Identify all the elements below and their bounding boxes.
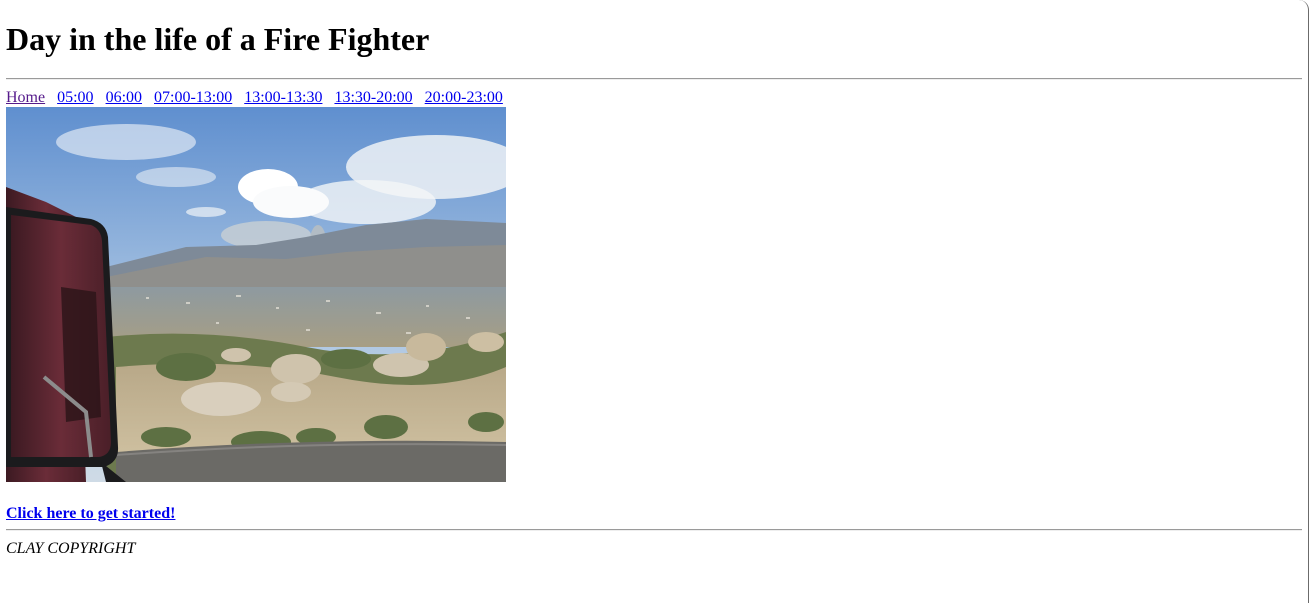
nav-link-0700-1300[interactable]: 07:00-13:00 bbox=[154, 89, 232, 106]
footer-copyright: CLAY COPYRIGHT bbox=[6, 540, 136, 557]
nav-link-1330-2000[interactable]: 13:30-20:00 bbox=[334, 89, 412, 106]
get-started-text: Click here to get started! bbox=[6, 504, 175, 523]
get-started-link[interactable]: Click here to get started! bbox=[6, 505, 175, 522]
fire-landscape-photo bbox=[6, 107, 506, 482]
nav-link-home[interactable]: Home bbox=[6, 89, 45, 106]
bottom-divider bbox=[6, 529, 1302, 531]
page-title: Day in the life of a Fire Fighter bbox=[6, 21, 430, 57]
nav-link-2000-2300[interactable]: 20:00-23:00 bbox=[425, 89, 503, 106]
nav-link-0600[interactable]: 06:00 bbox=[106, 89, 142, 106]
nav-link-1300-1330[interactable]: 13:00-13:30 bbox=[244, 89, 322, 106]
top-divider bbox=[6, 78, 1302, 80]
nav-link-0500[interactable]: 05:00 bbox=[57, 89, 93, 106]
nav-bar: Home 05:00 06:00 07:00-13:00 13:00-13:30… bbox=[6, 88, 511, 107]
